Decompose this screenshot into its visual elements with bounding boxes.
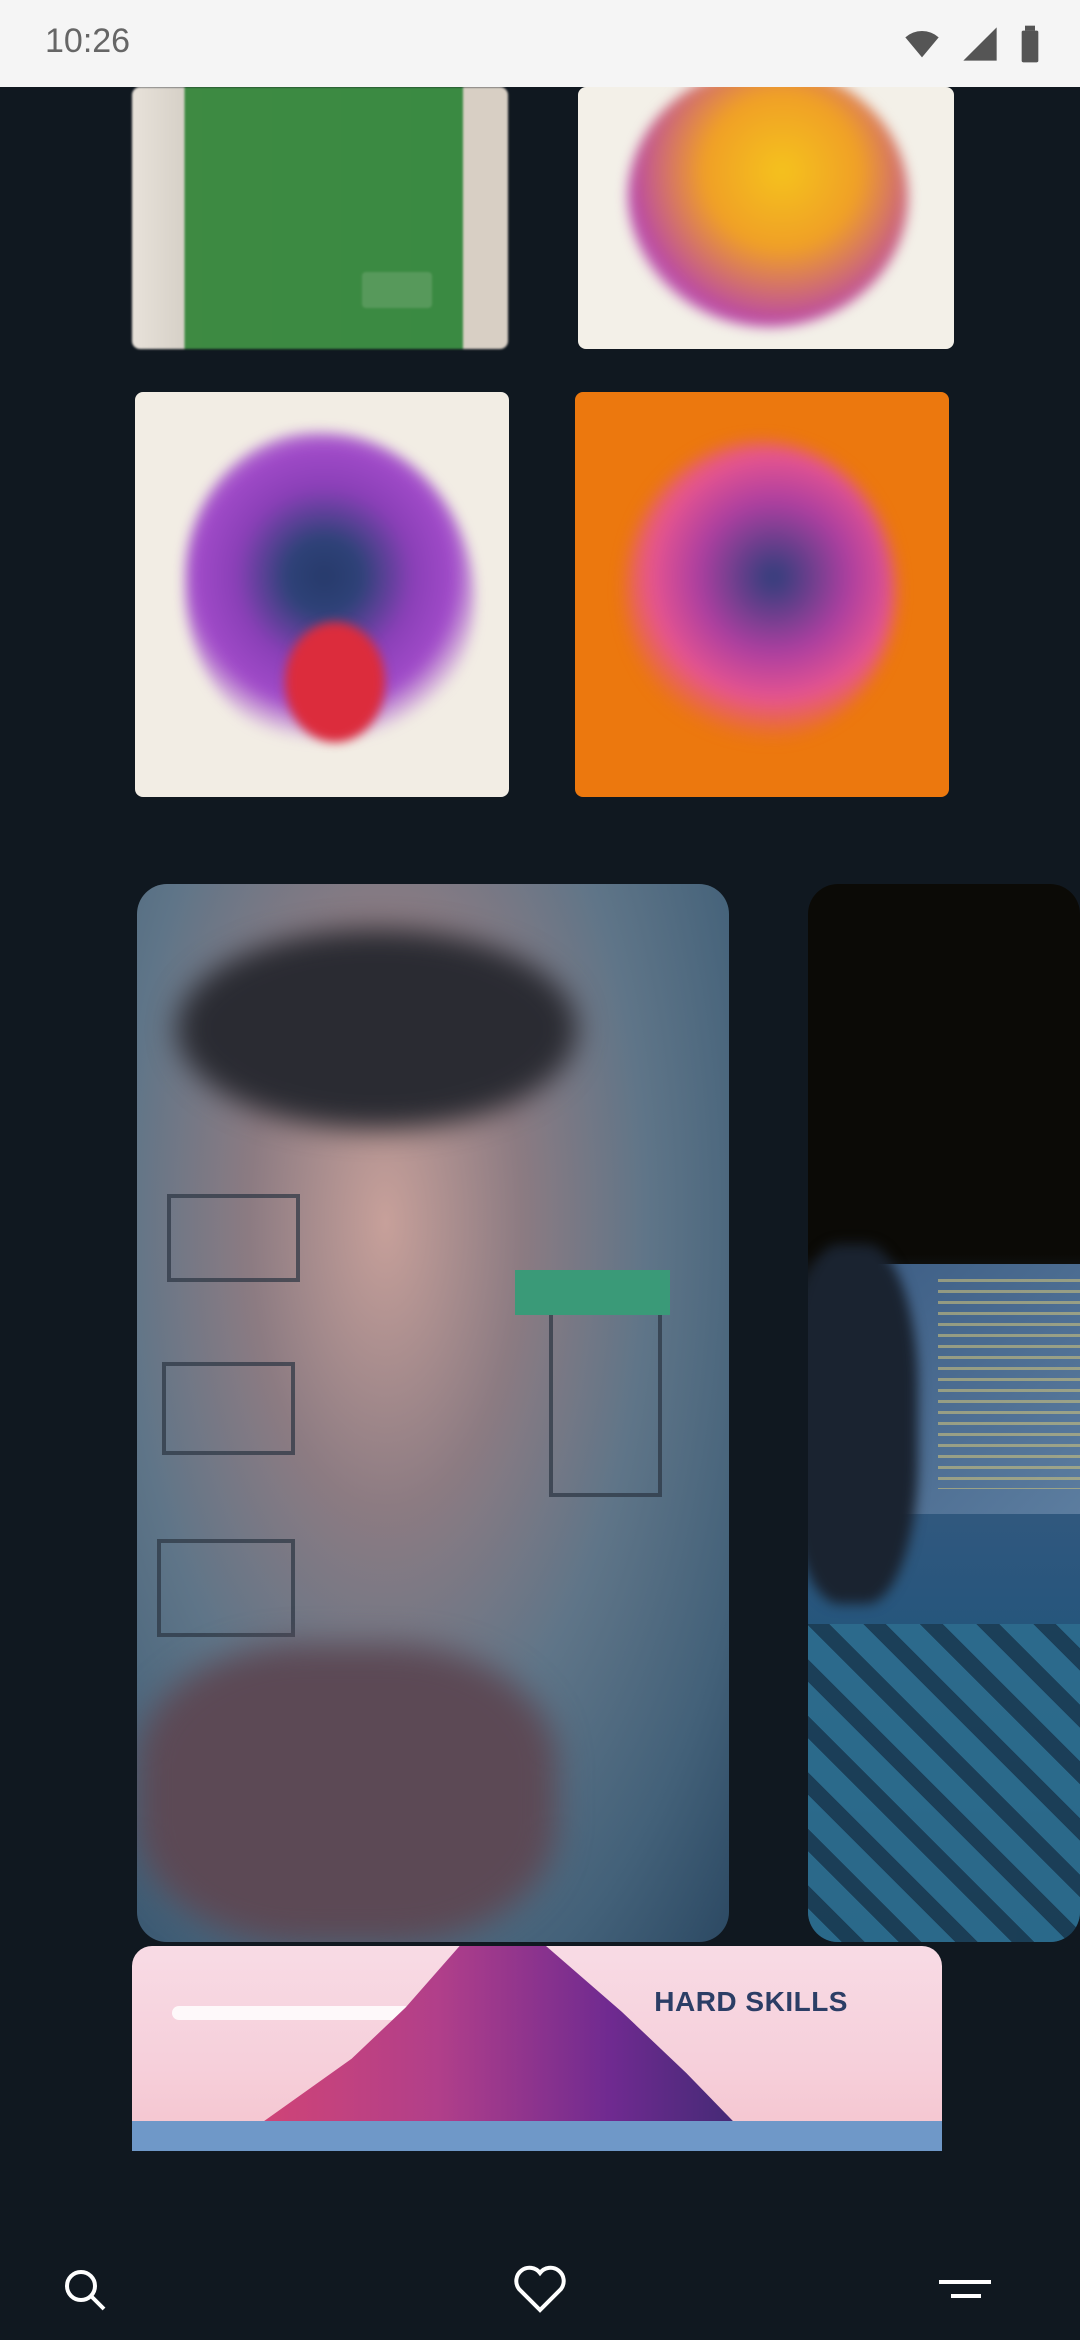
menu-icon xyxy=(939,2280,991,2298)
banner-cloud xyxy=(172,2006,412,2020)
photo-detail xyxy=(167,1194,300,1282)
photo-detail xyxy=(515,1270,670,1315)
photo-detail xyxy=(137,1644,557,1942)
photo-detail xyxy=(157,1539,295,1637)
artwork-detail xyxy=(362,272,432,308)
photo-detail xyxy=(549,1309,662,1497)
artwork-detail xyxy=(285,622,385,742)
status-time: 10:26 xyxy=(45,22,131,60)
artwork-tile-sun-blob[interactable] xyxy=(578,87,954,349)
banner-title: HARD SKILLS xyxy=(654,1986,848,2017)
photo-card-whiteboard[interactable] xyxy=(137,884,729,1942)
bottom-nav xyxy=(0,2230,1080,2340)
content-feed[interactable]: HARD SKILLS xyxy=(0,87,1080,2230)
photo-detail xyxy=(162,1362,295,1455)
banner-water xyxy=(132,2121,942,2151)
artwork-tile-orange-blob[interactable] xyxy=(575,392,949,797)
hard-skills-banner[interactable]: HARD SKILLS xyxy=(132,1946,942,2151)
artwork-detail xyxy=(628,87,908,327)
cell-signal-icon xyxy=(963,27,997,61)
photo-detail xyxy=(177,929,577,1129)
artwork-detail xyxy=(625,442,895,742)
photo-detail xyxy=(808,1624,1080,1942)
nav-search-button[interactable] xyxy=(55,2260,115,2320)
artwork-tile-green[interactable] xyxy=(132,87,508,349)
battery-icon xyxy=(1021,25,1039,63)
photo-detail xyxy=(808,1244,918,1604)
status-bar: 10:26 xyxy=(0,0,1080,87)
wifi-icon xyxy=(905,30,939,58)
heart-icon xyxy=(514,2265,566,2313)
search-icon xyxy=(65,2270,106,2311)
artwork-tile-purple-blob[interactable] xyxy=(135,392,509,797)
photo-card-coding[interactable] xyxy=(808,884,1080,1942)
status-icons xyxy=(902,24,1042,64)
photo-detail xyxy=(938,1279,1080,1489)
nav-favorites-button[interactable] xyxy=(510,2260,570,2320)
nav-menu-button[interactable] xyxy=(935,2260,995,2320)
